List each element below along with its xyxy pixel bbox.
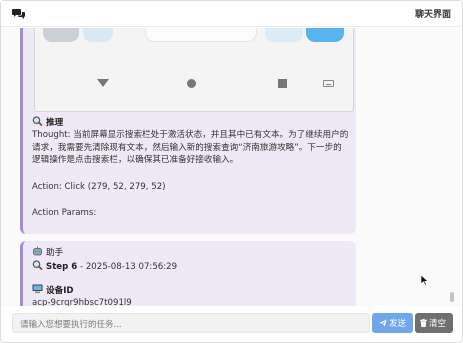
action-text: Action: Click (279, 52, 279, 52) [32, 182, 166, 192]
reasoning-title: 推理 [46, 118, 64, 128]
scrollbar-thumb[interactable] [450, 292, 454, 302]
home-circle-icon [187, 79, 196, 88]
thought-text: Thought: 当前屏幕显示搜索栏处于激活状态，并且其中已有文本。为了继续用户… [32, 130, 349, 165]
step-timestamp: - 2025-08-13 07:56:29 [77, 262, 178, 272]
magnifier-icon [32, 260, 43, 270]
recents-square-icon [278, 79, 287, 88]
keyboard-key [83, 28, 113, 42]
device-heading: 设备ID [32, 284, 74, 298]
keyboard-key [265, 28, 303, 42]
back-triangle-icon [97, 79, 109, 87]
step-line: Step 6 - 2025-08-13 07:56:29 [32, 260, 177, 274]
send-button[interactable]: 发送 [372, 313, 413, 333]
message-reasoning: 推理 Thought: 当前屏幕显示搜索栏处于激活状态，并且其中已有文本。为了继… [20, 28, 356, 234]
message-assistant: 助手 Step 6 - 2025-08-13 07:56:29 设备ID acp… [20, 241, 356, 306]
sender-name: 助手 [46, 248, 64, 258]
keyboard-space-key [145, 28, 257, 42]
message-list[interactable]: 推理 Thought: 当前屏幕显示搜索栏处于激活状态，并且其中已有文本。为了继… [1, 28, 461, 306]
device-label: 设备ID [46, 286, 74, 296]
paper-plane-icon [379, 319, 387, 327]
clear-label: 清空 [429, 319, 447, 329]
chat-bubbles-icon [12, 9, 25, 19]
device-id: acp-9crqr9hbsc7t091l9 [32, 298, 132, 306]
send-label: 发送 [389, 319, 407, 329]
clear-button[interactable]: 清空 [415, 313, 453, 333]
screenshot-thumbnail[interactable] [34, 28, 354, 112]
action-params-text: Action Params: [32, 208, 97, 218]
magnifier-icon [32, 116, 43, 126]
assistant-heading: 助手 [32, 246, 63, 260]
keyboard-icon [323, 80, 334, 87]
chat-header: 聊天界面 [1, 1, 461, 27]
computer-icon [32, 284, 43, 294]
trash-icon [420, 319, 427, 327]
keyboard-enter-key [306, 28, 344, 42]
robot-icon [33, 246, 42, 256]
reasoning-heading: 推理 [32, 116, 63, 130]
mouse-cursor-icon [420, 274, 429, 286]
task-input[interactable]: 请输入您想要执行的任务... [12, 313, 370, 333]
keyboard-key [43, 28, 79, 42]
step-label: Step 6 [46, 262, 78, 272]
page-title: 聊天界面 [414, 10, 451, 20]
